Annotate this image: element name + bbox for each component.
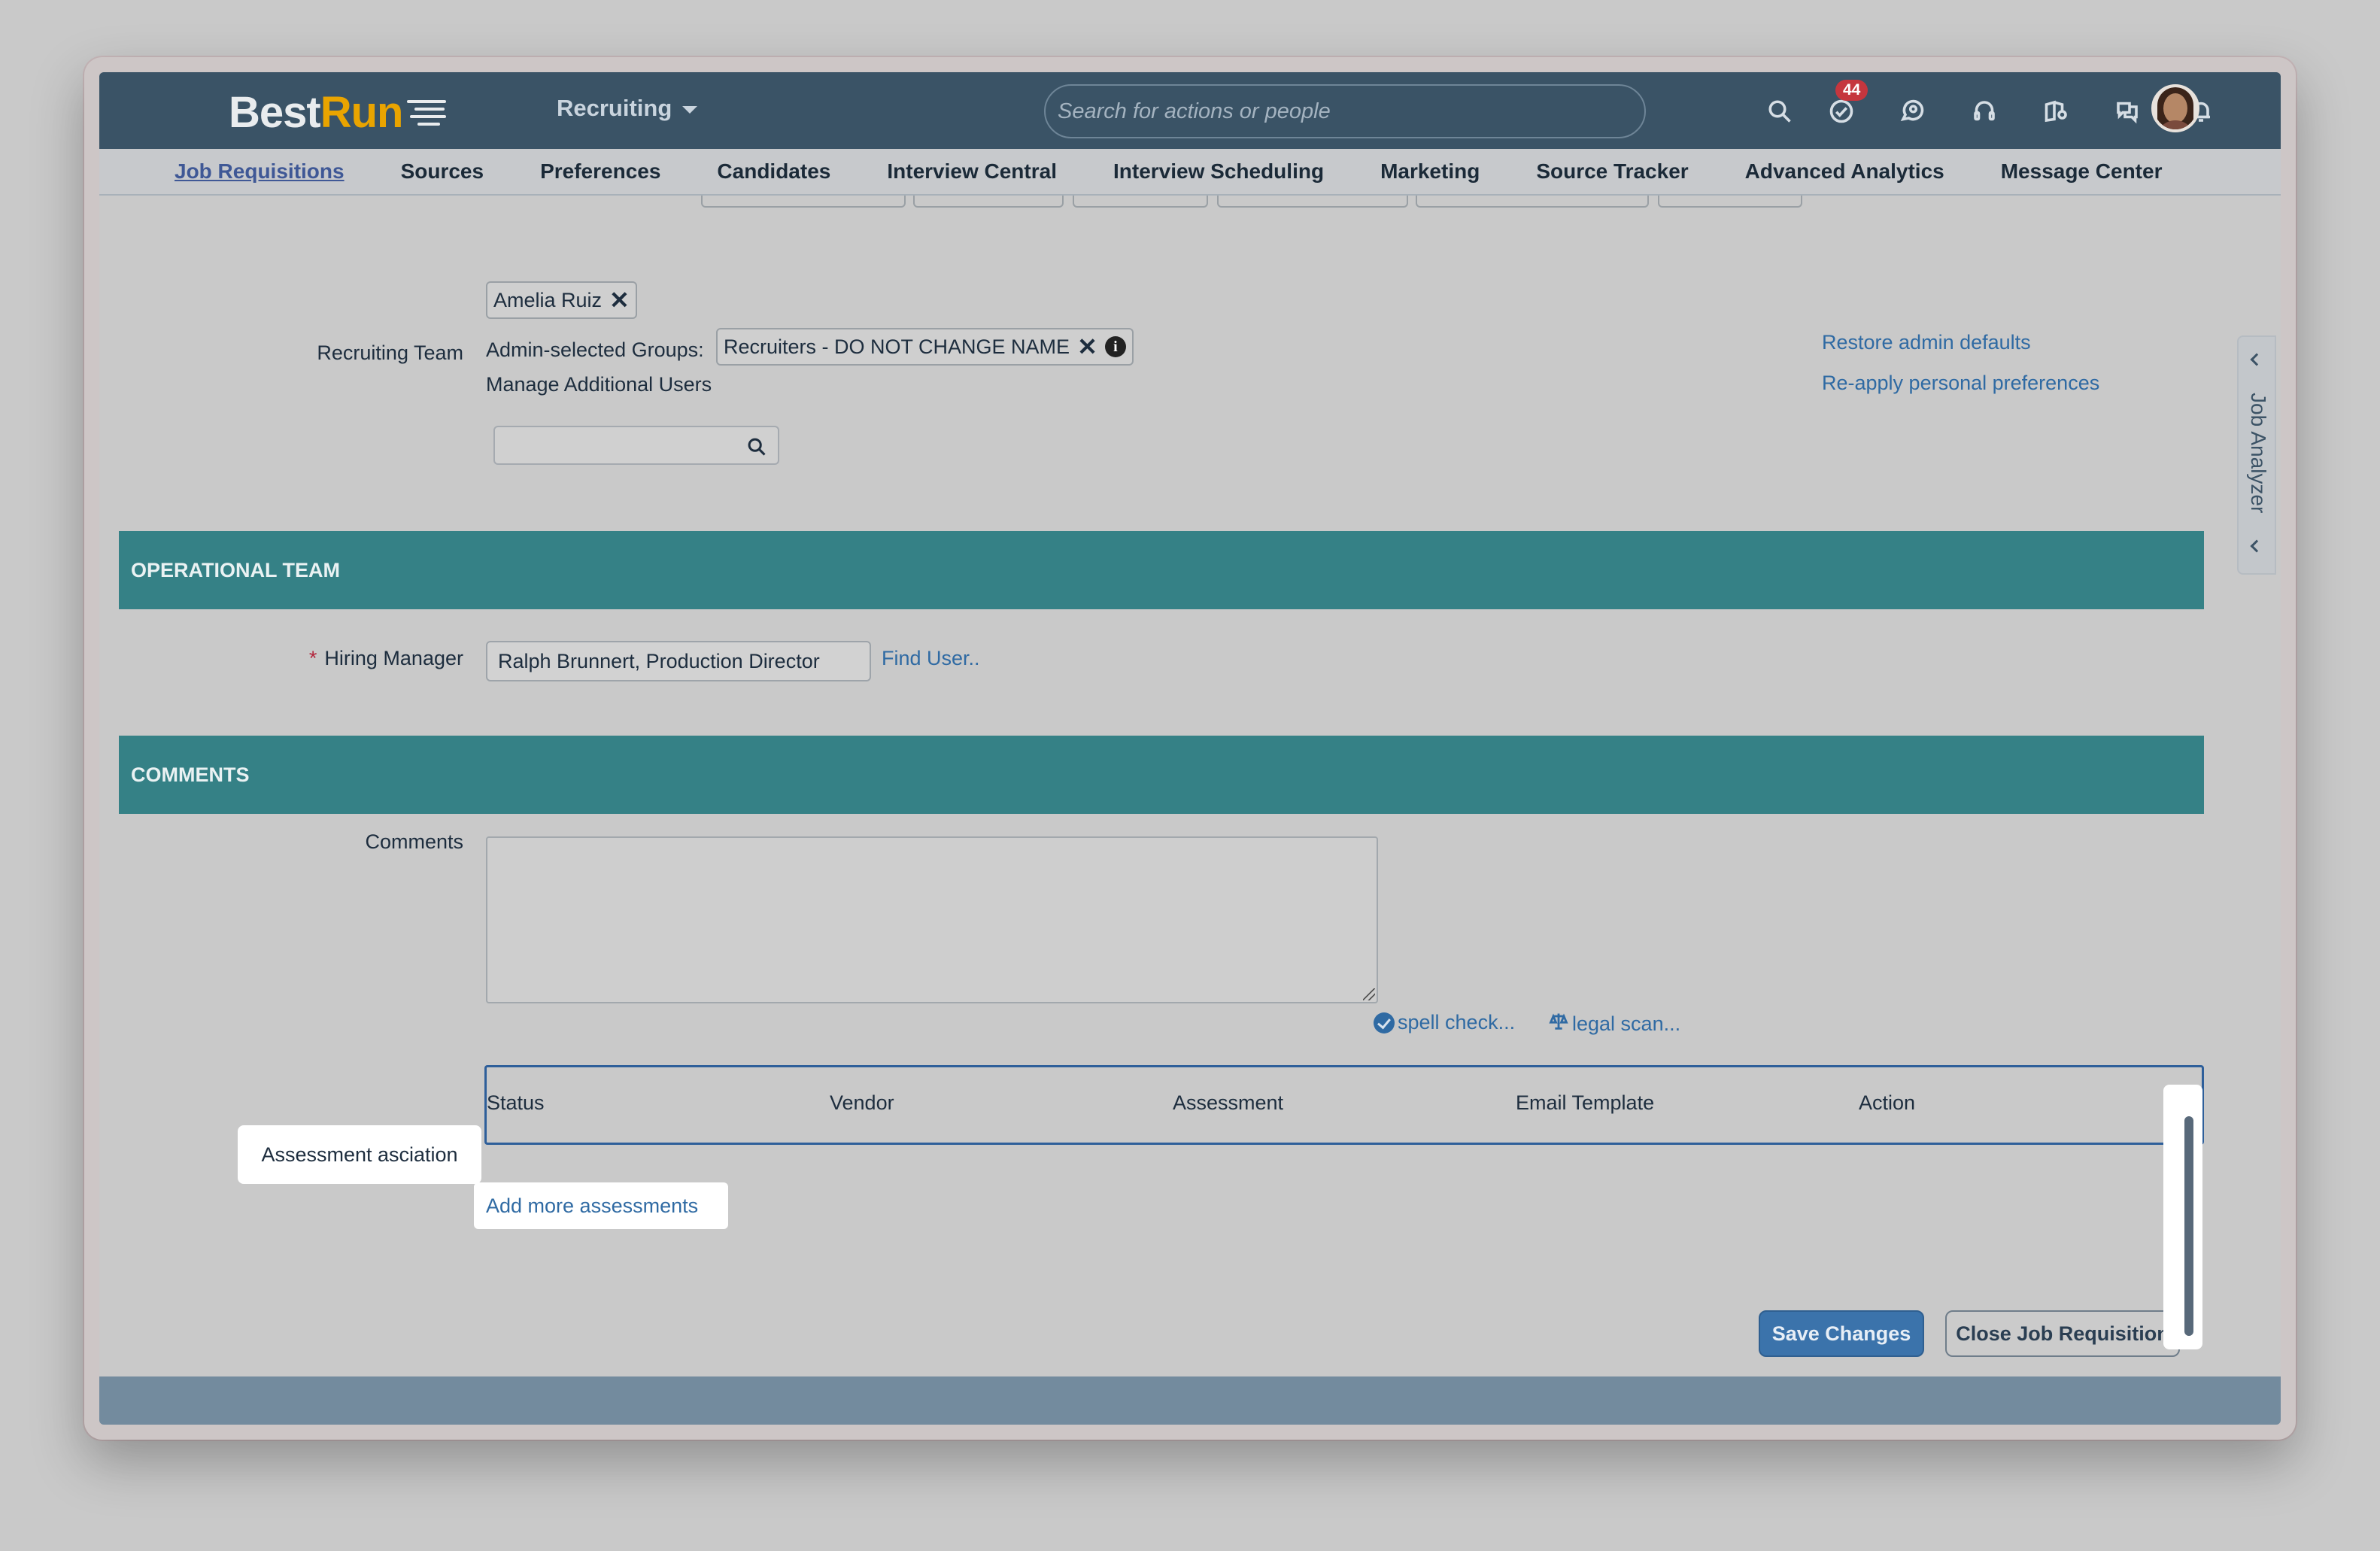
nav-advanced-analytics[interactable]: Advanced Analytics	[1745, 159, 1944, 184]
add-more-assessments-link[interactable]: Add more assessments	[474, 1182, 728, 1229]
feedback-icon[interactable]	[2108, 92, 2147, 131]
restore-admin-defaults-link[interactable]: Restore admin defaults	[1822, 331, 2031, 354]
browser-window: BestRun Recruiting 44	[84, 57, 2296, 1440]
column-header-vendor[interactable]: Vendor	[830, 1091, 894, 1115]
assessment-association-label: Assessment asciation	[238, 1125, 481, 1184]
cutoff-token	[1073, 196, 1208, 208]
job-analyzer-label: Job Analyzer	[2247, 392, 2270, 514]
nav-interview-central[interactable]: Interview Central	[887, 159, 1057, 184]
reapply-preferences-link[interactable]: Re-apply personal preferences	[1822, 372, 2099, 395]
cutoff-token	[1217, 196, 1408, 208]
remove-icon[interactable]: ✕	[609, 288, 630, 312]
resize-handle-icon[interactable]	[1363, 988, 1375, 1000]
legal-scan-link[interactable]: legal scan...	[1548, 1011, 1680, 1037]
scale-icon	[1548, 1011, 1569, 1037]
spell-check-link[interactable]: spell check...	[1374, 1011, 1515, 1034]
operational-team-header: OPERATIONAL TEAM	[119, 531, 2204, 609]
page-scrollbar[interactable]	[2163, 1085, 2202, 1349]
column-header-email-template[interactable]: Email Template	[1516, 1091, 1654, 1115]
nav-message-center[interactable]: Message Center	[2001, 159, 2163, 184]
manage-additional-users-label: Manage Additional Users	[486, 373, 712, 396]
admin-groups-label: Admin-selected Groups:	[486, 338, 704, 361]
logo-text-best: Best	[229, 87, 321, 137]
headset-icon[interactable]	[1965, 92, 2004, 131]
global-search[interactable]	[1044, 84, 1646, 138]
legal-scan-label: legal scan...	[1572, 1012, 1681, 1035]
recruiting-team-label: Recruiting Team	[317, 341, 463, 364]
nav-source-tracker[interactable]: Source Tracker	[1536, 159, 1688, 184]
required-marker: *	[308, 647, 317, 669]
check-circle-icon	[1374, 1012, 1395, 1033]
todo-icon[interactable]: 44	[1822, 80, 1868, 131]
chevron-left-icon[interactable]	[2250, 353, 2263, 366]
comments-textarea[interactable]	[486, 836, 1378, 1003]
hiring-manager-field[interactable]: Ralph Brunnert, Production Director	[486, 641, 871, 681]
chat-icon[interactable]	[1893, 92, 1932, 131]
remove-icon[interactable]: ✕	[1077, 335, 1097, 359]
save-changes-button[interactable]: Save Changes	[1759, 1310, 1924, 1357]
comments-label: Comments	[365, 830, 463, 853]
user-token-label: Amelia Ruiz	[493, 288, 603, 311]
requisition-form: Amelia Ruiz ✕ Recruiting Team Admin-sele…	[99, 196, 2227, 1376]
search-icon[interactable]	[1760, 92, 1799, 131]
group-token-recruiters[interactable]: Recruiters - DO NOT CHANGE NAME ✕ i	[716, 328, 1134, 366]
nav-marketing[interactable]: Marketing	[1380, 159, 1480, 184]
hiring-manager-label-text: Hiring Manager	[324, 647, 463, 669]
user-token-amelia-ruiz[interactable]: Amelia Ruiz ✕	[486, 281, 637, 319]
find-user-link[interactable]: Find User..	[882, 647, 980, 670]
nav-preferences[interactable]: Preferences	[540, 159, 660, 184]
bestrun-logo[interactable]: Best Run	[229, 87, 451, 137]
global-search-input[interactable]	[1058, 99, 1632, 124]
close-job-requisition-button[interactable]: Close Job Requisition	[1945, 1310, 2180, 1357]
shell-bar: BestRun Recruiting 44	[99, 72, 2281, 149]
logo-lines-icon	[407, 97, 451, 127]
cutoff-token	[913, 196, 1064, 208]
job-analyzer-tab[interactable]: Job Analyzer	[2237, 335, 2276, 575]
user-avatar[interactable]	[2151, 84, 2199, 132]
nav-candidates[interactable]: Candidates	[717, 159, 830, 184]
todo-count-badge: 44	[1835, 80, 1868, 101]
column-header-action[interactable]: Action	[1859, 1091, 1915, 1115]
caret-down-icon	[682, 106, 698, 114]
scrollbar-thumb[interactable]	[2184, 1116, 2193, 1336]
spell-check-label: spell check...	[1398, 1011, 1516, 1033]
cutoff-token	[701, 196, 906, 208]
nav-job-requisitions[interactable]: Job Requisitions	[175, 159, 345, 184]
main-nav: Job Requisitions Sources Preferences Can…	[99, 149, 2281, 196]
comments-header: COMMENTS	[119, 736, 2204, 814]
app-frame: BestRun Recruiting 44	[99, 72, 2281, 1425]
nav-interview-scheduling[interactable]: Interview Scheduling	[1113, 159, 1324, 184]
form-page: Amelia Ruiz ✕ Recruiting Team Admin-sele…	[99, 196, 2227, 1357]
learning-icon[interactable]	[2037, 92, 2076, 131]
logo-text-run: Run	[320, 87, 404, 137]
nav-sources[interactable]: Sources	[401, 159, 484, 184]
assessment-table: Status Vendor Assessment Email Template …	[484, 1065, 2204, 1145]
chevron-left-icon[interactable]	[2250, 539, 2263, 553]
module-label: Recruiting	[557, 95, 672, 121]
module-switcher[interactable]: Recruiting	[557, 95, 698, 122]
hiring-manager-label: * Hiring Manager	[250, 647, 463, 670]
group-token-label: Recruiters - DO NOT CHANGE NAME	[724, 335, 1070, 358]
search-icon[interactable]	[746, 436, 767, 457]
column-header-status[interactable]: Status	[487, 1091, 545, 1115]
column-header-assessment[interactable]: Assessment	[1173, 1091, 1283, 1115]
cutoff-token	[1658, 196, 1802, 208]
info-icon[interactable]: i	[1104, 336, 1126, 357]
user-search-input[interactable]	[493, 426, 779, 465]
footer-bar	[99, 1376, 2281, 1425]
cutoff-token	[1416, 196, 1649, 208]
